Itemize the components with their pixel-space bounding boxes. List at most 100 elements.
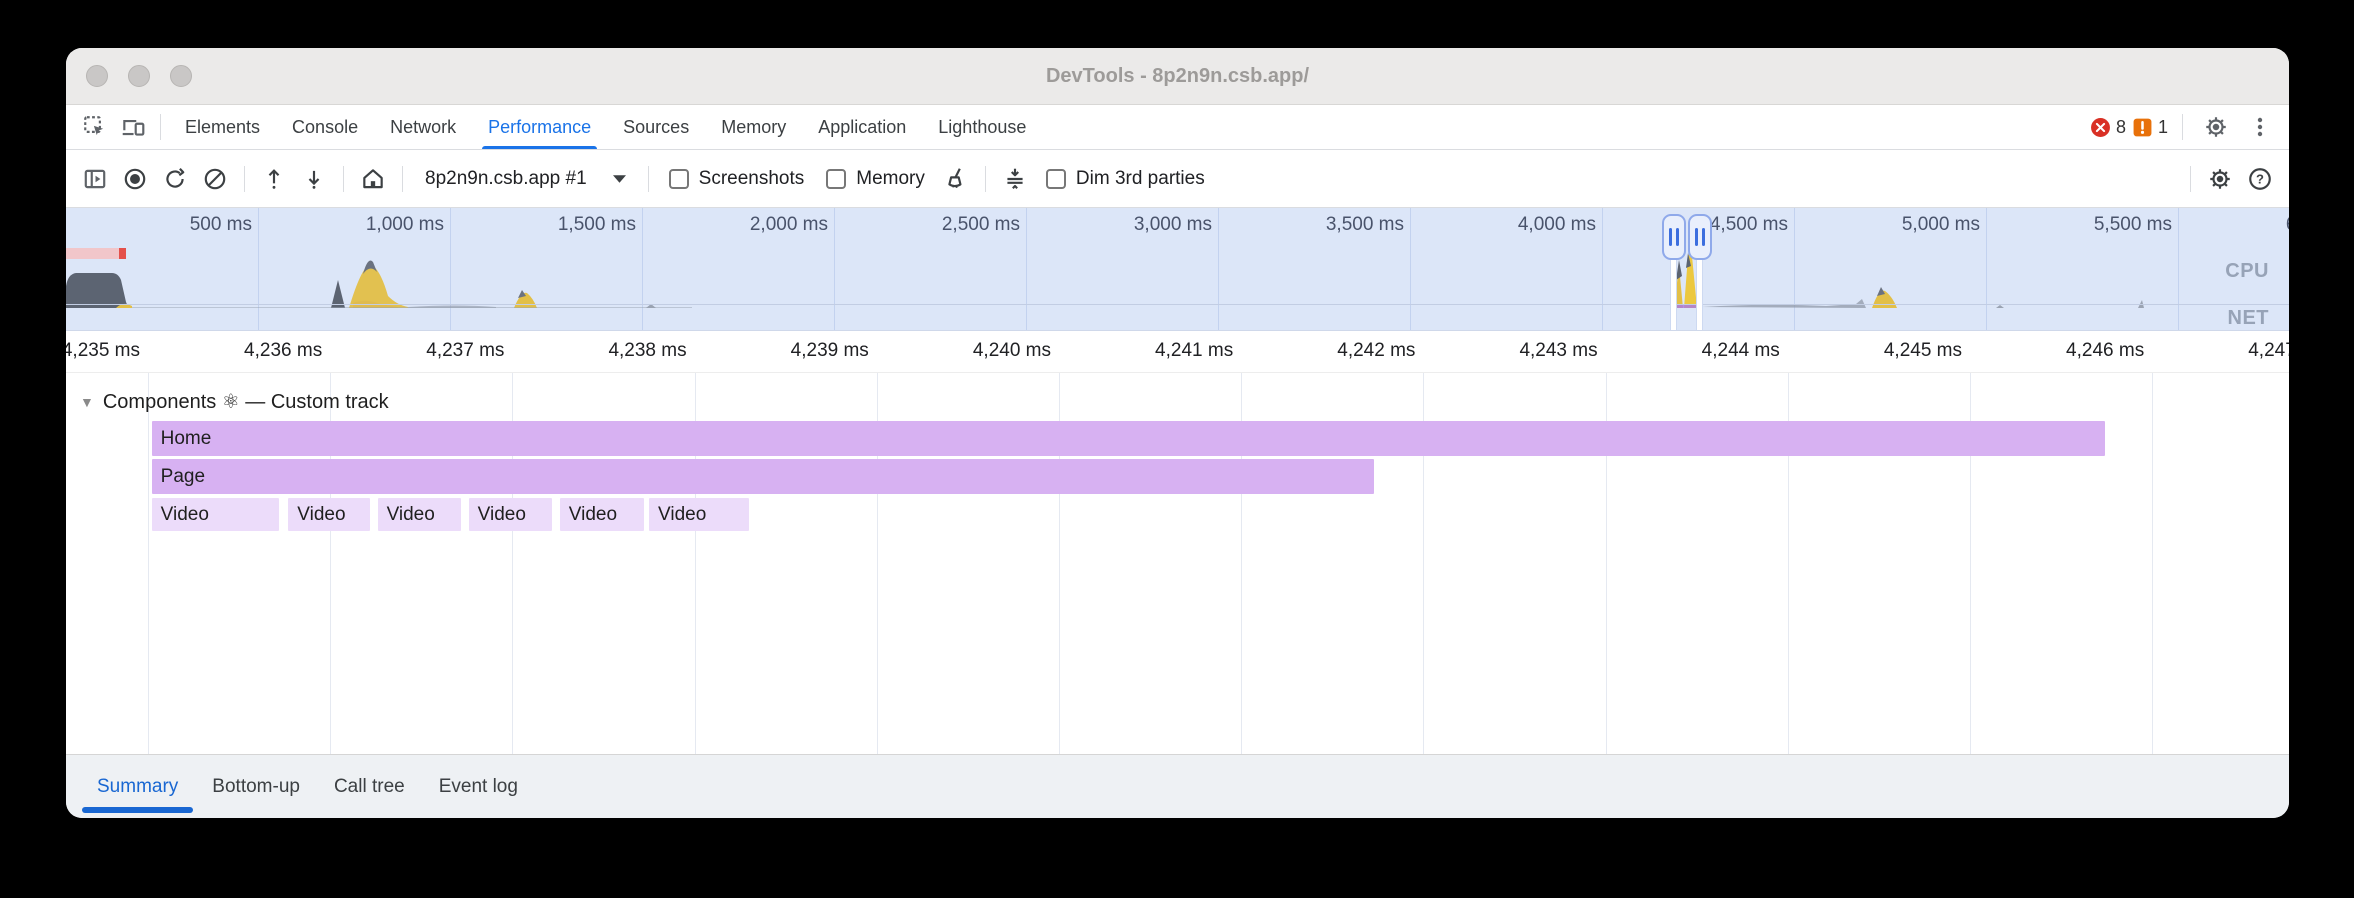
track-lane: Home <box>66 421 2289 456</box>
show-sidebar-button[interactable] <box>76 160 114 198</box>
overview-tick-label: 3,500 ms <box>1326 214 1404 236</box>
record-button[interactable] <box>116 160 154 198</box>
overview-tick-label: 6,000 ms <box>2286 214 2289 236</box>
reload-icon <box>162 166 188 192</box>
settings-button[interactable] <box>2197 108 2235 146</box>
target-selector[interactable]: 8p2n9n.csb.app #1 <box>413 168 638 190</box>
tab-performance[interactable]: Performance <box>472 105 607 149</box>
screenshots-checkbox[interactable]: Screenshots <box>659 168 815 190</box>
tab-network[interactable]: Network <box>374 105 472 149</box>
bottom-tab-call-tree[interactable]: Call tree <box>317 755 422 818</box>
checkbox-label: Dim 3rd parties <box>1076 168 1205 190</box>
bottom-tab-summary[interactable]: Summary <box>80 755 195 818</box>
overview-tick-label: 4,000 ms <box>1518 214 1596 236</box>
flame-chart-area[interactable]: ▼ Components ⚛ — Custom track HomePage Vi… <box>66 373 2289 754</box>
tab-elements[interactable]: Elements <box>169 105 276 149</box>
ruler-tick-label: 4,240 ms <box>973 340 1051 362</box>
devtools-tabbar: ElementsConsoleNetworkPerformanceSources… <box>66 105 2289 150</box>
gear-icon <box>2207 166 2233 192</box>
broom-icon <box>943 166 969 192</box>
bottom-tab-event-log[interactable]: Event log <box>422 755 535 818</box>
ruler-tick-label: 4,236 ms <box>244 340 322 362</box>
selection-left-handle[interactable] <box>1662 214 1686 260</box>
help-icon: ? <box>2247 166 2273 192</box>
devtools-tabs: ElementsConsoleNetworkPerformanceSources… <box>169 105 1042 149</box>
selection-right-stem[interactable] <box>1696 260 1703 330</box>
tab-lighthouse[interactable]: Lighthouse <box>922 105 1042 149</box>
window-title: DevTools - 8p2n9n.csb.app/ <box>66 48 2289 105</box>
dim-3rd-parties-checkbox[interactable]: Dim 3rd parties <box>1036 168 1215 190</box>
clear-button[interactable] <box>196 160 234 198</box>
net-label: NET <box>2228 307 2270 330</box>
divider <box>648 166 649 192</box>
warning-badge[interactable]: 1 <box>2132 117 2168 138</box>
isolate-selection-button[interactable] <box>996 160 1034 198</box>
error-badge[interactable]: 8 <box>2090 117 2126 138</box>
save-profile-button[interactable] <box>295 160 333 198</box>
detail-ruler[interactable]: 4,235 ms4,236 ms4,237 ms4,238 ms4,239 ms… <box>66 331 2289 373</box>
selection-left-stem[interactable] <box>1670 260 1677 330</box>
overview-tick-label: 3,000 ms <box>1134 214 1212 236</box>
compress-icon <box>1002 166 1028 192</box>
devtools-window: DevTools - 8p2n9n.csb.app/ ElementsConso… <box>66 48 2289 818</box>
track-bar-video[interactable]: Video <box>152 498 280 531</box>
track-bar-video[interactable]: Video <box>560 498 644 531</box>
help-button[interactable]: ? <box>2241 160 2279 198</box>
track-bar-video[interactable]: Video <box>649 498 749 531</box>
overview-tick-label: 5,500 ms <box>2094 214 2172 236</box>
load-profile-button[interactable] <box>255 160 293 198</box>
tab-sources[interactable]: Sources <box>607 105 705 149</box>
record-and-reload-button[interactable] <box>156 160 194 198</box>
tab-application[interactable]: Application <box>802 105 922 149</box>
device-toolbar-button[interactable] <box>114 108 152 146</box>
overview-tick-label: 5,000 ms <box>1902 214 1980 236</box>
warning-icon <box>2132 117 2153 138</box>
bottom-tab-bottom-up[interactable]: Bottom-up <box>195 755 317 818</box>
warning-count: 1 <box>2158 117 2168 138</box>
divider <box>343 166 344 192</box>
divider <box>985 166 986 192</box>
tab-console[interactable]: Console <box>276 105 374 149</box>
target-label: 8p2n9n.csb.app #1 <box>425 168 587 190</box>
ruler-tick-label: 4,243 ms <box>1519 340 1597 362</box>
timeline-overview[interactable]: 500 ms1,000 ms1,500 ms2,000 ms2,500 ms3,… <box>66 208 2289 331</box>
tab-memory[interactable]: Memory <box>705 105 802 149</box>
overview-tick-label: 1,000 ms <box>366 214 444 236</box>
download-icon <box>301 166 327 192</box>
divider <box>402 166 403 192</box>
error-count: 8 <box>2116 117 2126 138</box>
track-bar-video[interactable]: Video <box>288 498 370 531</box>
collapse-triangle-icon: ▼ <box>80 394 94 410</box>
memory-checkbox[interactable]: Memory <box>816 168 935 190</box>
ruler-tick-label: 4,242 ms <box>1337 340 1415 362</box>
svg-text:?: ? <box>2256 171 2264 186</box>
ruler-tick-label: 4,247 ms <box>2248 340 2289 362</box>
ruler-tick-label: 4,238 ms <box>608 340 686 362</box>
ruler-tick-label: 4,235 ms <box>66 340 140 362</box>
net-divider-line <box>66 304 2289 305</box>
track-bar-page[interactable]: Page <box>152 459 1375 494</box>
track-bar-video[interactable]: Video <box>469 498 553 531</box>
tabbar-right: 8 1 <box>2090 108 2279 146</box>
gear-icon <box>2203 114 2229 140</box>
checkbox-box <box>669 169 689 189</box>
collect-garbage-button[interactable] <box>937 160 975 198</box>
track-header[interactable]: ▼ Components ⚛ — Custom track <box>80 389 389 414</box>
selection-right-handle[interactable] <box>1688 214 1712 260</box>
home-button[interactable] <box>354 160 392 198</box>
device-toolbar-icon <box>120 114 146 140</box>
upload-icon <box>261 166 287 192</box>
divider <box>2182 114 2183 140</box>
ruler-tick-label: 4,241 ms <box>1155 340 1233 362</box>
overview-tick-label: 4,500 ms <box>1710 214 1788 236</box>
more-options-button[interactable] <box>2241 108 2279 146</box>
home-icon <box>360 166 386 192</box>
checkbox-label: Memory <box>856 168 925 190</box>
track-bar-video[interactable]: Video <box>378 498 462 531</box>
inspect-element-button[interactable] <box>76 108 114 146</box>
capture-settings-button[interactable] <box>2201 160 2239 198</box>
clear-icon <box>202 166 228 192</box>
track-bar-home[interactable]: Home <box>152 421 2105 456</box>
track-lane: VideoVideoVideoVideoVideoVideo <box>66 498 2289 531</box>
cpu-label: CPU <box>2225 260 2269 283</box>
